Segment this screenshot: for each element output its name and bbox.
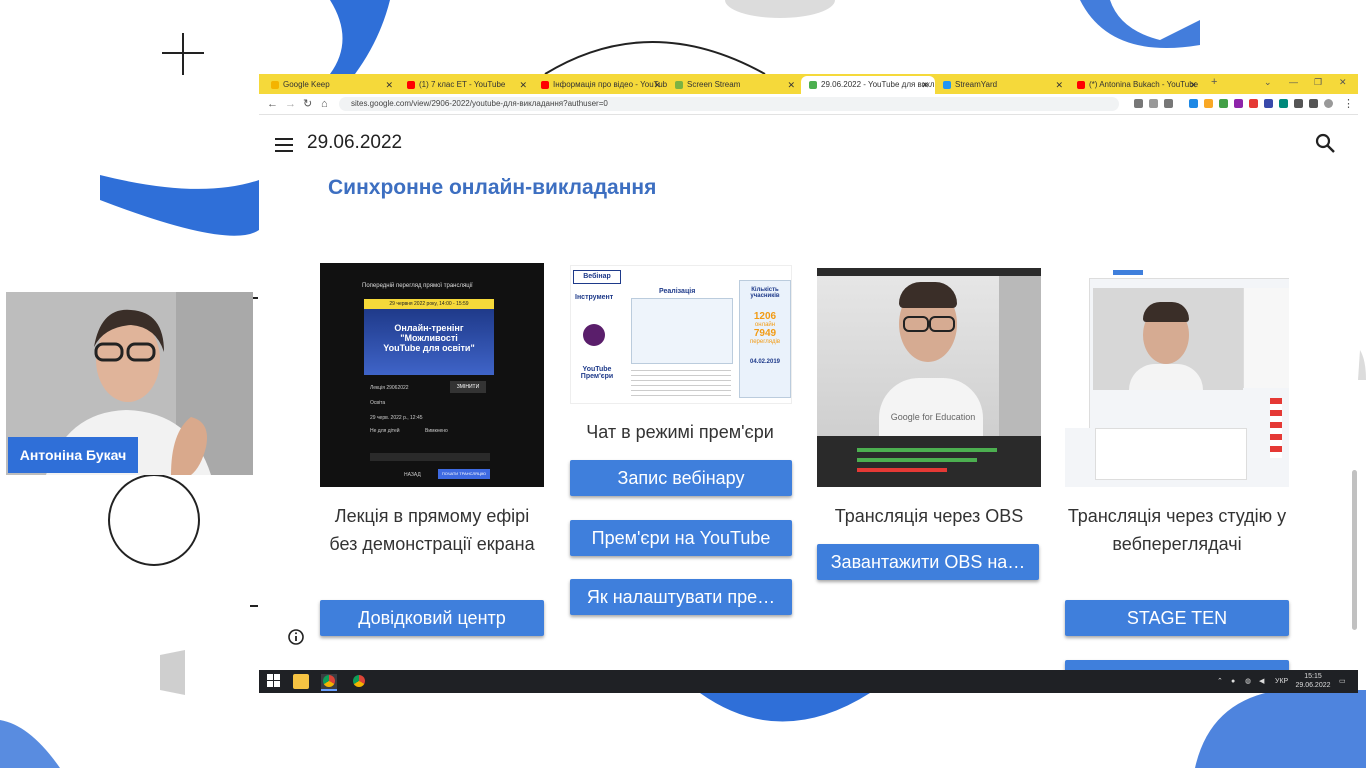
extensions-puzzle-icon[interactable] <box>1294 99 1303 108</box>
zoom-icon[interactable] <box>1134 99 1143 108</box>
volume-icon[interactable]: ◀ <box>1259 670 1264 693</box>
streamyard-icon <box>943 80 951 89</box>
extension-icon[interactable] <box>1264 99 1273 108</box>
presenter-name-label: Антоніна Букач <box>8 437 138 473</box>
tray-chevron-icon[interactable]: ⌃ <box>1217 670 1223 693</box>
help-center-button[interactable]: Довідковий центр <box>320 600 544 636</box>
windows-taskbar: ⌃ ● ◍ ◀ УКР 15:15 29.06.2022 ▭ <box>259 670 1358 693</box>
extension-icon[interactable] <box>1189 99 1198 108</box>
back-icon[interactable]: ← <box>267 97 278 111</box>
forward-icon[interactable]: → <box>285 97 296 111</box>
preview-banner: Онлайн-тренінг "Можливості YouTube для о… <box>364 309 494 375</box>
keep-icon <box>271 80 279 89</box>
info-icon[interactable] <box>287 628 305 646</box>
tab-search-icon[interactable]: ⌄ <box>1264 75 1272 89</box>
extension-icon[interactable] <box>1279 99 1288 108</box>
minimize-button[interactable]: — <box>1289 75 1298 89</box>
card-caption-premiere-chat: Чат в режимі прем'єри <box>586 422 774 442</box>
browser-window: Google Keep ✕ (1) 7 клас ЕТ - YouTube ✕ Ін… <box>259 74 1358 670</box>
share-icon[interactable] <box>1149 99 1158 108</box>
sites-icon <box>809 80 817 89</box>
thumbnail-webinar-infographic: Вебінар Інструмент YouTube Прем'єри Реал… <box>570 265 792 404</box>
close-icon[interactable]: ✕ <box>1055 76 1063 94</box>
tab-streamyard[interactable]: StreamYard ✕ <box>935 76 1069 94</box>
tab-google-sites-active[interactable]: 29.06.2022 - YouTube для викл ✕ <box>801 76 935 94</box>
maximize-button[interactable]: ❐ <box>1314 75 1322 89</box>
tab-video-info[interactable]: Інформація про відео - YouTub ✕ <box>533 76 667 94</box>
card-caption-obs: Трансляція через OBS <box>834 506 1024 526</box>
site-header: 29.06.2022 <box>259 115 1358 171</box>
close-icon[interactable]: ✕ <box>385 76 393 94</box>
url-input[interactable]: sites.google.com/view/2906-2022/youtube-… <box>339 97 1119 111</box>
sidebar-icon[interactable] <box>1309 99 1318 108</box>
stage-ten-button[interactable]: STAGE TEN <box>1065 600 1289 636</box>
hamburger-menu-icon[interactable] <box>275 138 293 152</box>
youtube-premiere-logo <box>583 324 605 346</box>
tab-youtube-7class[interactable]: (1) 7 клас ЕТ - YouTube ✕ <box>399 76 533 94</box>
windows-start-icon[interactable] <box>267 674 283 689</box>
extension-icon[interactable] <box>1219 99 1228 108</box>
screenshot-mini <box>631 298 733 364</box>
section-title: Синхронне онлайн-викладання <box>328 176 657 199</box>
how-to-setup-premiere-button[interactable]: Як налаштувати пре… <box>570 579 792 615</box>
youtube-premieres-button[interactable]: Прем'єри на YouTube <box>570 520 792 556</box>
chrome-active-icon[interactable] <box>321 674 337 691</box>
microphone-icon[interactable]: ● <box>1231 670 1235 693</box>
thumbnail-obs-stream: Google for Education <box>817 268 1041 487</box>
tab-google-keep[interactable]: Google Keep ✕ <box>263 76 399 94</box>
network-icon[interactable]: ◍ <box>1245 670 1251 693</box>
extension-icon[interactable] <box>1249 99 1258 108</box>
download-obs-button[interactable]: Завантажити OBS на… <box>817 544 1039 580</box>
notifications-icon[interactable]: ▭ <box>1339 670 1346 693</box>
extension-icon[interactable] <box>1234 99 1243 108</box>
close-icon[interactable]: ✕ <box>519 76 527 94</box>
new-tab-button[interactable]: + <box>1211 75 1217 89</box>
close-icon[interactable]: ✕ <box>653 76 661 94</box>
webinar-recording-button[interactable]: Запис вебінару <box>570 460 792 496</box>
file-explorer-icon[interactable] <box>293 674 309 689</box>
menu-kebab-icon[interactable]: ⋮ <box>1343 97 1354 111</box>
thumbnail-live-lecture: Попередній перегляд прямої трансляції 29… <box>320 263 544 487</box>
card-caption-browser-studio: Трансляція через студію у вебпереглядачі <box>1067 506 1287 554</box>
chrome-icon[interactable] <box>351 674 367 689</box>
thumbnail-browser-studio <box>1065 268 1289 487</box>
page-scrollbar[interactable] <box>1352 470 1357 630</box>
screen-stream-icon <box>675 80 683 89</box>
stats-panel: Кількість учасників 1206 онлайн 7949 пер… <box>739 280 791 398</box>
close-icon[interactable]: ✕ <box>787 76 795 94</box>
youtube-icon <box>1077 80 1085 89</box>
close-icon[interactable]: ✕ <box>1189 76 1197 94</box>
search-icon[interactable] <box>1315 133 1337 155</box>
window-close-button[interactable]: ✕ <box>1339 75 1347 89</box>
youtube-icon <box>407 80 415 89</box>
bookmark-star-icon[interactable] <box>1164 99 1173 108</box>
site-title[interactable]: 29.06.2022 <box>307 132 402 154</box>
close-icon[interactable]: ✕ <box>921 76 929 94</box>
tab-antonina-youtube[interactable]: (*) Antonina Bukach - YouTube ✕ <box>1069 76 1203 94</box>
profile-avatar[interactable] <box>1324 99 1333 108</box>
clock[interactable]: 15:15 29.06.2022 <box>1293 672 1333 690</box>
tab-bar: Google Keep ✕ (1) 7 клас ЕТ - YouTube ✕ Ін… <box>259 74 1358 94</box>
card-caption-live-lecture: Лекція в прямому ефірі без демонстрації … <box>329 506 535 554</box>
extension-icon[interactable] <box>1204 99 1213 108</box>
home-icon[interactable]: ⌂ <box>321 97 328 111</box>
partially-visible-button[interactable] <box>1065 660 1289 670</box>
tab-screen-stream[interactable]: Screen Stream ✕ <box>667 76 801 94</box>
youtube-icon <box>541 80 549 89</box>
address-bar-row: ← → ↻ ⌂ sites.google.com/view/2906-2022/… <box>259 94 1358 115</box>
reload-icon[interactable]: ↻ <box>303 97 312 111</box>
language-indicator[interactable]: УКР <box>1275 670 1288 693</box>
